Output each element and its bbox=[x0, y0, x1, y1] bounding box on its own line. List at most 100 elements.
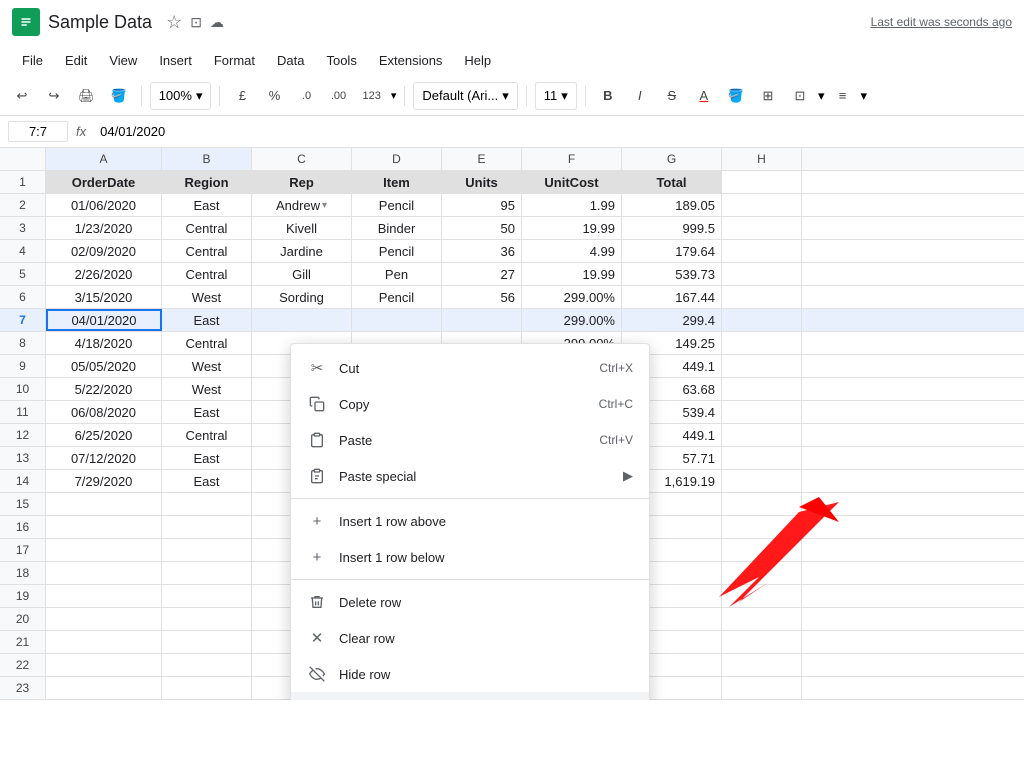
menu-view[interactable]: View bbox=[99, 49, 147, 72]
cell-4d[interactable]: Pencil bbox=[352, 240, 442, 262]
cell-3a[interactable]: 1/23/2020 bbox=[46, 217, 162, 239]
cell-7c[interactable] bbox=[252, 309, 352, 331]
menu-file[interactable]: File bbox=[12, 49, 53, 72]
menu-insert[interactable]: Insert bbox=[149, 49, 202, 72]
cell-9a[interactable]: 05/05/2020 bbox=[46, 355, 162, 377]
cell-15a[interactable] bbox=[46, 493, 162, 515]
row-num-8[interactable]: 8 bbox=[0, 332, 46, 354]
row-num-12[interactable]: 12 bbox=[0, 424, 46, 446]
print-button[interactable]: 🖨 bbox=[72, 82, 101, 110]
cell-5d[interactable]: Pen bbox=[352, 263, 442, 285]
cell-3b[interactable]: Central bbox=[162, 217, 252, 239]
cell-3g[interactable]: 999.5 bbox=[622, 217, 722, 239]
row-num-7[interactable]: 7 bbox=[0, 309, 46, 331]
row-num-11[interactable]: 11 bbox=[0, 401, 46, 423]
row-num-17[interactable]: 17 bbox=[0, 539, 46, 561]
italic-button[interactable]: I bbox=[626, 82, 654, 110]
row-num-1[interactable]: 1 bbox=[0, 171, 46, 193]
decimal0-button[interactable]: .0 bbox=[292, 82, 320, 110]
slides-icon[interactable]: ⊡ bbox=[190, 14, 202, 31]
format123-button[interactable]: 123 bbox=[356, 82, 386, 110]
cell-2a[interactable]: 01/06/2020 bbox=[46, 194, 162, 216]
menu-data[interactable]: Data bbox=[267, 49, 314, 72]
cell-7a[interactable]: 04/01/2020 bbox=[46, 309, 162, 331]
context-menu-paste-special[interactable]: Paste special ▶ bbox=[291, 458, 649, 494]
cell-7f[interactable]: 299.00% bbox=[522, 309, 622, 331]
cell-6d[interactable]: Pencil bbox=[352, 286, 442, 308]
col-header-c[interactable]: C bbox=[252, 148, 352, 170]
row-num-3[interactable]: 3 bbox=[0, 217, 46, 239]
col-header-h[interactable]: H bbox=[722, 148, 802, 170]
cell-11a[interactable]: 06/08/2020 bbox=[46, 401, 162, 423]
cell-3e[interactable]: 50 bbox=[442, 217, 522, 239]
cell-13b[interactable]: East bbox=[162, 447, 252, 469]
cell-10b[interactable]: West bbox=[162, 378, 252, 400]
fontsize-select[interactable]: 11 ▾ bbox=[535, 82, 577, 110]
cell-13a[interactable]: 07/12/2020 bbox=[46, 447, 162, 469]
cloud-icon[interactable]: ☁ bbox=[210, 14, 224, 31]
cell-14a[interactable]: 7/29/2020 bbox=[46, 470, 162, 492]
cell-5b[interactable]: Central bbox=[162, 263, 252, 285]
fill-color-button[interactable]: 🪣 bbox=[722, 82, 750, 110]
cell-6f[interactable]: 299.00% bbox=[522, 286, 622, 308]
cell-6e[interactable]: 56 bbox=[442, 286, 522, 308]
cell-5a[interactable]: 2/26/2020 bbox=[46, 263, 162, 285]
cell-9b[interactable]: West bbox=[162, 355, 252, 377]
row-num-6[interactable]: 6 bbox=[0, 286, 46, 308]
cell-2e[interactable]: 95 bbox=[442, 194, 522, 216]
strikethrough-button[interactable]: S bbox=[658, 82, 686, 110]
row-num-13[interactable]: 13 bbox=[0, 447, 46, 469]
cell-4a[interactable]: 02/09/2020 bbox=[46, 240, 162, 262]
cell-7b[interactable]: East bbox=[162, 309, 252, 331]
cell-7e[interactable] bbox=[442, 309, 522, 331]
cell-2f[interactable]: 1.99 bbox=[522, 194, 622, 216]
row-num-23[interactable]: 23 bbox=[0, 677, 46, 699]
cell-14b[interactable]: East bbox=[162, 470, 252, 492]
zoom-select[interactable]: 100% ▾ bbox=[150, 82, 212, 110]
cell-6b[interactable]: West bbox=[162, 286, 252, 308]
font-select[interactable]: Default (Ari... ▾ bbox=[413, 82, 517, 110]
cell-5f[interactable]: 19.99 bbox=[522, 263, 622, 285]
percent-button[interactable]: % bbox=[260, 82, 288, 110]
cell-3d[interactable]: Binder bbox=[352, 217, 442, 239]
bold-button[interactable]: B bbox=[594, 82, 622, 110]
star-icon[interactable]: ☆ bbox=[166, 12, 182, 33]
row-num-20[interactable]: 20 bbox=[0, 608, 46, 630]
row-num-22[interactable]: 22 bbox=[0, 654, 46, 676]
context-menu-hide-row[interactable]: Hide row bbox=[291, 656, 649, 692]
paint-format-button[interactable]: 🪣 bbox=[105, 82, 133, 110]
undo-button[interactable]: ↩ bbox=[8, 82, 36, 110]
merge-button[interactable]: ⊡ bbox=[786, 82, 814, 110]
cell-7d[interactable] bbox=[352, 309, 442, 331]
context-menu-delete-row[interactable]: Delete row bbox=[291, 584, 649, 620]
formula-input[interactable] bbox=[94, 122, 1016, 141]
context-menu-resize-row[interactable]: Resize row bbox=[291, 692, 649, 700]
context-menu-paste[interactable]: Paste Ctrl+V bbox=[291, 422, 649, 458]
row-num-10[interactable]: 10 bbox=[0, 378, 46, 400]
cell-4b[interactable]: Central bbox=[162, 240, 252, 262]
cell-6a[interactable]: 3/15/2020 bbox=[46, 286, 162, 308]
cell-6g[interactable]: 167.44 bbox=[622, 286, 722, 308]
redo-button[interactable]: ↪ bbox=[40, 82, 68, 110]
cell-4c[interactable]: Jardine bbox=[252, 240, 352, 262]
cell-8b[interactable]: Central bbox=[162, 332, 252, 354]
row-num-19[interactable]: 19 bbox=[0, 585, 46, 607]
col-header-f[interactable]: F bbox=[522, 148, 622, 170]
cell-12b[interactable]: Central bbox=[162, 424, 252, 446]
context-menu-clear-row[interactable]: ✕ Clear row bbox=[291, 620, 649, 656]
menu-extensions[interactable]: Extensions bbox=[369, 49, 453, 72]
cell-7g[interactable]: 299.4 bbox=[622, 309, 722, 331]
context-menu-insert-below[interactable]: + Insert 1 row below bbox=[291, 539, 649, 575]
col-header-e[interactable]: E bbox=[442, 148, 522, 170]
col-header-b[interactable]: B bbox=[162, 148, 252, 170]
currency-button[interactable]: £ bbox=[228, 82, 256, 110]
align-button[interactable]: ≡ bbox=[829, 82, 857, 110]
cell-12a[interactable]: 6/25/2020 bbox=[46, 424, 162, 446]
cell-3f[interactable]: 19.99 bbox=[522, 217, 622, 239]
row-num-9[interactable]: 9 bbox=[0, 355, 46, 377]
cell-2g[interactable]: 189.05 bbox=[622, 194, 722, 216]
cell-5g[interactable]: 539.73 bbox=[622, 263, 722, 285]
row-num-14[interactable]: 14 bbox=[0, 470, 46, 492]
decimal2-button[interactable]: .00 bbox=[324, 82, 352, 110]
cell-4e[interactable]: 36 bbox=[442, 240, 522, 262]
